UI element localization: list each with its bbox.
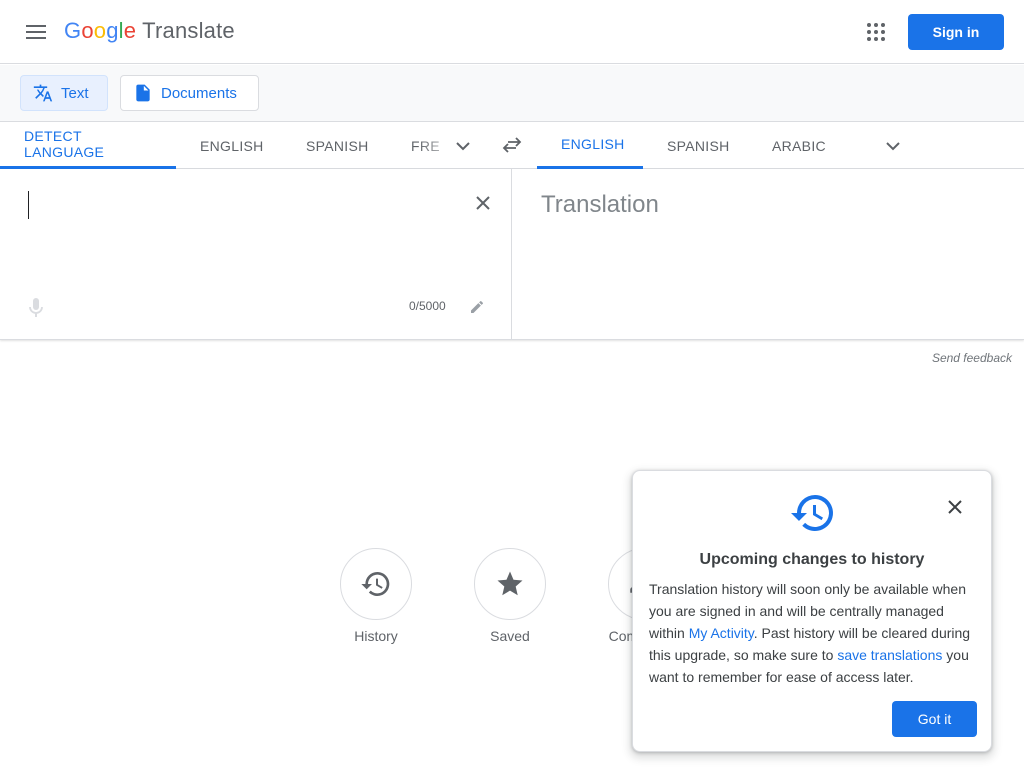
got-it-button[interactable]: Got it xyxy=(892,701,977,737)
product-name: Translate xyxy=(142,18,235,43)
saved-label: Saved xyxy=(490,628,530,644)
history-icon xyxy=(789,489,837,537)
saved-button[interactable] xyxy=(474,548,546,620)
source-pane: 0/5000 xyxy=(0,169,512,339)
logo-letter: o xyxy=(93,18,107,43)
logo-letter: G xyxy=(64,18,82,43)
google-apps-icon[interactable] xyxy=(856,12,896,52)
sign-in-button[interactable]: Sign in xyxy=(908,14,1004,50)
google-translate-logo[interactable]: Google Translate xyxy=(64,18,235,44)
logo-letter: g xyxy=(106,18,119,43)
target-lang-english[interactable]: ENGLISH xyxy=(537,122,643,169)
save-translations-link[interactable]: save translations xyxy=(837,647,942,663)
logo-letter: o xyxy=(81,18,94,43)
documents-mode-button[interactable]: Documents xyxy=(120,75,259,111)
source-lang-detect[interactable]: DETECT LANGUAGE xyxy=(0,122,176,169)
logo-letter: e xyxy=(123,18,137,43)
target-lang-spanish[interactable]: SPANISH xyxy=(643,122,754,169)
source-lang-spanish[interactable]: SPANISH xyxy=(282,122,393,169)
dialog-body: Translation history will soon only be av… xyxy=(649,578,979,688)
send-feedback-link[interactable]: Send feedback xyxy=(932,351,1012,365)
text-mode-label: Text xyxy=(61,84,89,102)
history-button[interactable] xyxy=(340,548,412,620)
source-lang-english[interactable]: ENGLISH xyxy=(176,122,288,169)
microphone-icon[interactable] xyxy=(16,288,56,328)
text-mode-button[interactable]: Text xyxy=(20,75,108,111)
handwriting-pencil-icon[interactable] xyxy=(457,287,497,327)
top-bar: Google Translate Sign in xyxy=(0,0,1024,64)
dialog-title: Upcoming changes to history xyxy=(699,551,925,568)
history-action[interactable]: History xyxy=(340,548,412,644)
document-icon xyxy=(136,84,150,102)
translation-panes: 0/5000 Translation xyxy=(0,169,1024,340)
clear-text-close-icon[interactable] xyxy=(463,183,503,223)
source-text-input[interactable] xyxy=(24,187,454,227)
documents-mode-label: Documents xyxy=(161,84,237,102)
swap-languages-icon[interactable] xyxy=(492,125,532,165)
character-count: 0/5000 xyxy=(409,299,446,313)
translation-placeholder: Translation xyxy=(541,191,659,218)
close-dialog-icon[interactable] xyxy=(935,487,975,527)
star-icon xyxy=(497,571,523,596)
target-lang-arabic[interactable]: ARABIC xyxy=(748,122,850,169)
history-changes-dialog: Upcoming changes to history Translation … xyxy=(632,470,992,752)
target-pane: Translation xyxy=(513,169,1024,339)
language-bar: DETECT LANGUAGE ENGLISH SPANISH FRE ENGL… xyxy=(0,122,1024,169)
history-label: History xyxy=(354,628,398,644)
target-lang-more-chevron-icon[interactable] xyxy=(873,126,913,166)
translate-icon xyxy=(33,84,53,102)
mode-bar: Text Documents xyxy=(0,65,1024,122)
history-icon xyxy=(361,572,390,596)
source-lang-more-chevron-icon[interactable] xyxy=(443,126,483,166)
saved-action[interactable]: Saved xyxy=(474,548,546,644)
my-activity-link[interactable]: My Activity xyxy=(689,625,754,641)
main-menu-icon[interactable] xyxy=(16,12,56,52)
